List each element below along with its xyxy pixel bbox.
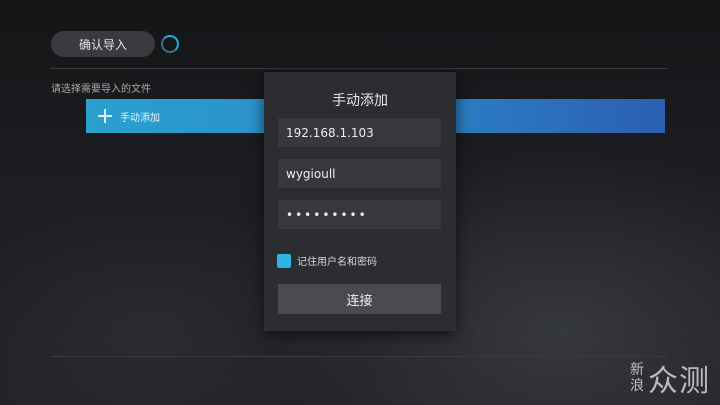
remember-checkbox[interactable]	[277, 253, 291, 268]
divider-top	[50, 68, 668, 69]
password-value: •••••••••	[286, 207, 368, 222]
remember-credentials-option[interactable]: 记住用户名和密码	[277, 253, 377, 268]
password-input[interactable]: •••••••••	[278, 200, 441, 229]
remember-label: 记住用户名和密码	[297, 257, 377, 268]
username-value: wygioull	[286, 166, 336, 181]
dialog-title: 手动添加	[332, 93, 388, 109]
divider-bottom	[50, 356, 668, 357]
watermark-brand: 众测	[648, 364, 710, 399]
connect-label: 连接	[346, 293, 373, 309]
confirm-import-label: 确认导入	[78, 37, 127, 52]
ip-address-input[interactable]: 192.168.1.103	[278, 118, 441, 147]
manual-add-item-label: 手动添加	[120, 112, 160, 124]
watermark-line2: 浪	[630, 378, 644, 394]
watermark-small-text: 新 浪	[630, 362, 644, 394]
username-input[interactable]: wygioull	[278, 159, 441, 188]
connect-button[interactable]: 连接	[278, 284, 441, 314]
watermark-logo: 新 浪 众测	[630, 358, 714, 399]
confirm-import-button[interactable]: 确认导入	[51, 31, 155, 57]
plus-icon	[98, 109, 112, 123]
manual-add-dialog: 手动添加 192.168.1.103 wygioull ••••••••• 记住…	[264, 72, 456, 331]
watermark-line1: 新	[630, 362, 644, 378]
section-label: 请选择需要导入的文件	[51, 84, 151, 95]
ip-address-value: 192.168.1.103	[286, 125, 374, 140]
loading-spinner-icon	[161, 35, 179, 53]
